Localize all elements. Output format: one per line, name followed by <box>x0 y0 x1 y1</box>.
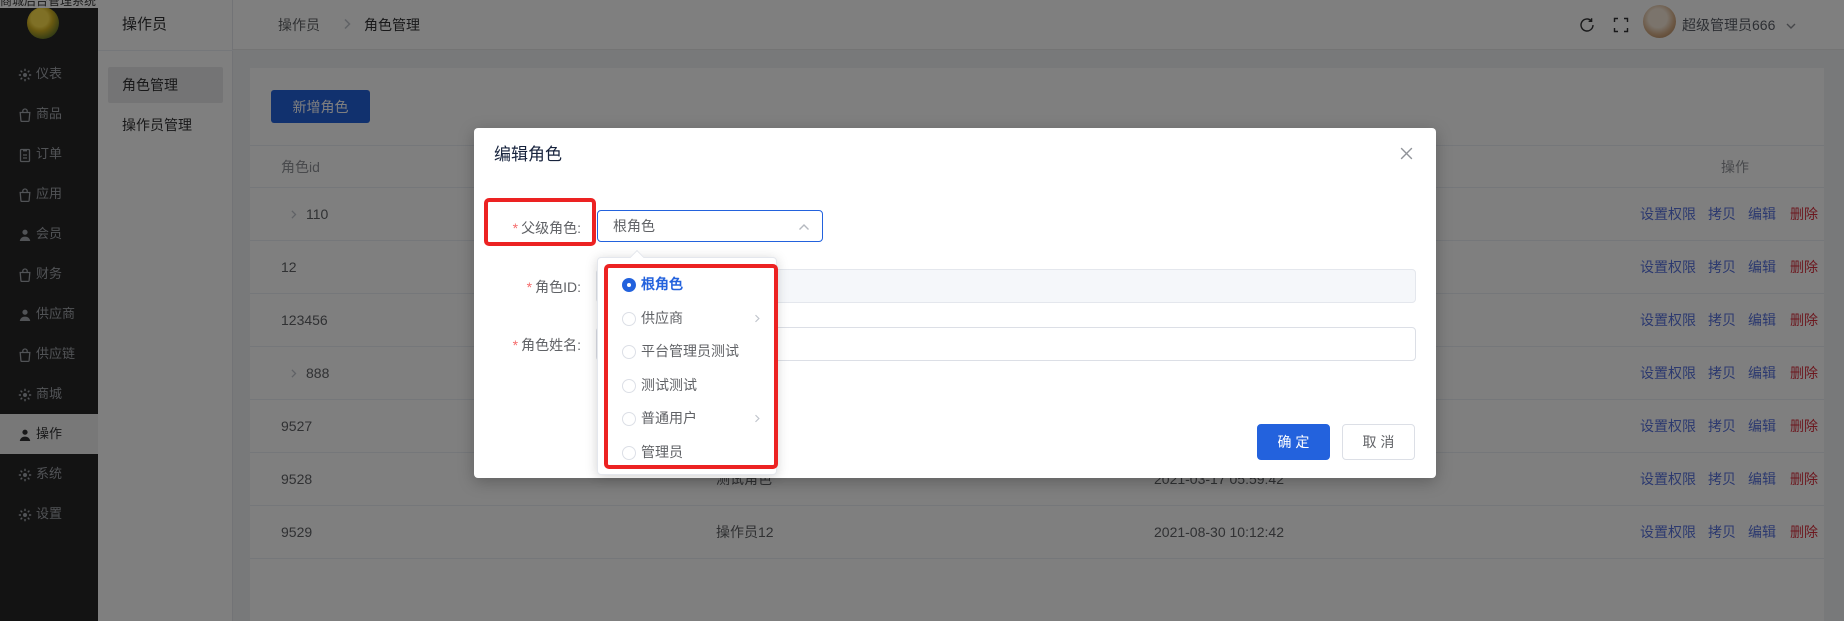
role-id-label: *角色ID: <box>474 277 581 297</box>
dropdown-option-admin[interactable]: 管理员 <box>598 436 778 470</box>
radio-off-icon[interactable] <box>622 379 636 393</box>
required-asterisk: * <box>527 279 532 295</box>
cancel-button[interactable]: 取 消 <box>1342 424 1415 460</box>
chevron-right-icon <box>751 412 763 425</box>
parent-role-label: *父级角色: <box>474 218 581 238</box>
radio-off-icon[interactable] <box>622 345 636 359</box>
dropdown-option-platform-admin-test[interactable]: 平台管理员测试 <box>598 335 778 369</box>
dropdown-option-supplier[interactable]: 供应商 <box>598 302 778 336</box>
required-asterisk: * <box>513 337 518 353</box>
select-value: 根角色 <box>613 218 655 234</box>
close-icon[interactable] <box>1399 146 1414 161</box>
required-asterisk: * <box>513 220 518 236</box>
chevron-up-icon <box>798 223 810 231</box>
dropdown-option-normal-user[interactable]: 普通用户 <box>598 402 778 436</box>
confirm-button[interactable]: 确 定 <box>1257 424 1330 460</box>
dropdown-option-test-test[interactable]: 测试测试 <box>598 369 778 403</box>
radio-on-icon[interactable] <box>622 278 636 292</box>
parent-role-select[interactable]: 根角色 <box>597 210 823 242</box>
radio-off-icon[interactable] <box>622 412 636 426</box>
radio-off-icon[interactable] <box>622 312 636 326</box>
app-root: 商城后台管理系统 仪表 商品 订单 应用 会员 <box>0 0 1844 621</box>
parent-role-dropdown: 根角色 供应商 平台管理员测试 测试测试 普通用户 管 <box>597 257 777 475</box>
radio-off-icon[interactable] <box>622 446 636 460</box>
role-name-label: *角色姓名: <box>474 335 581 355</box>
modal-title: 编辑角色 <box>494 140 562 165</box>
chevron-right-icon <box>751 312 763 325</box>
dropdown-option-root-role[interactable]: 根角色 <box>598 268 778 302</box>
